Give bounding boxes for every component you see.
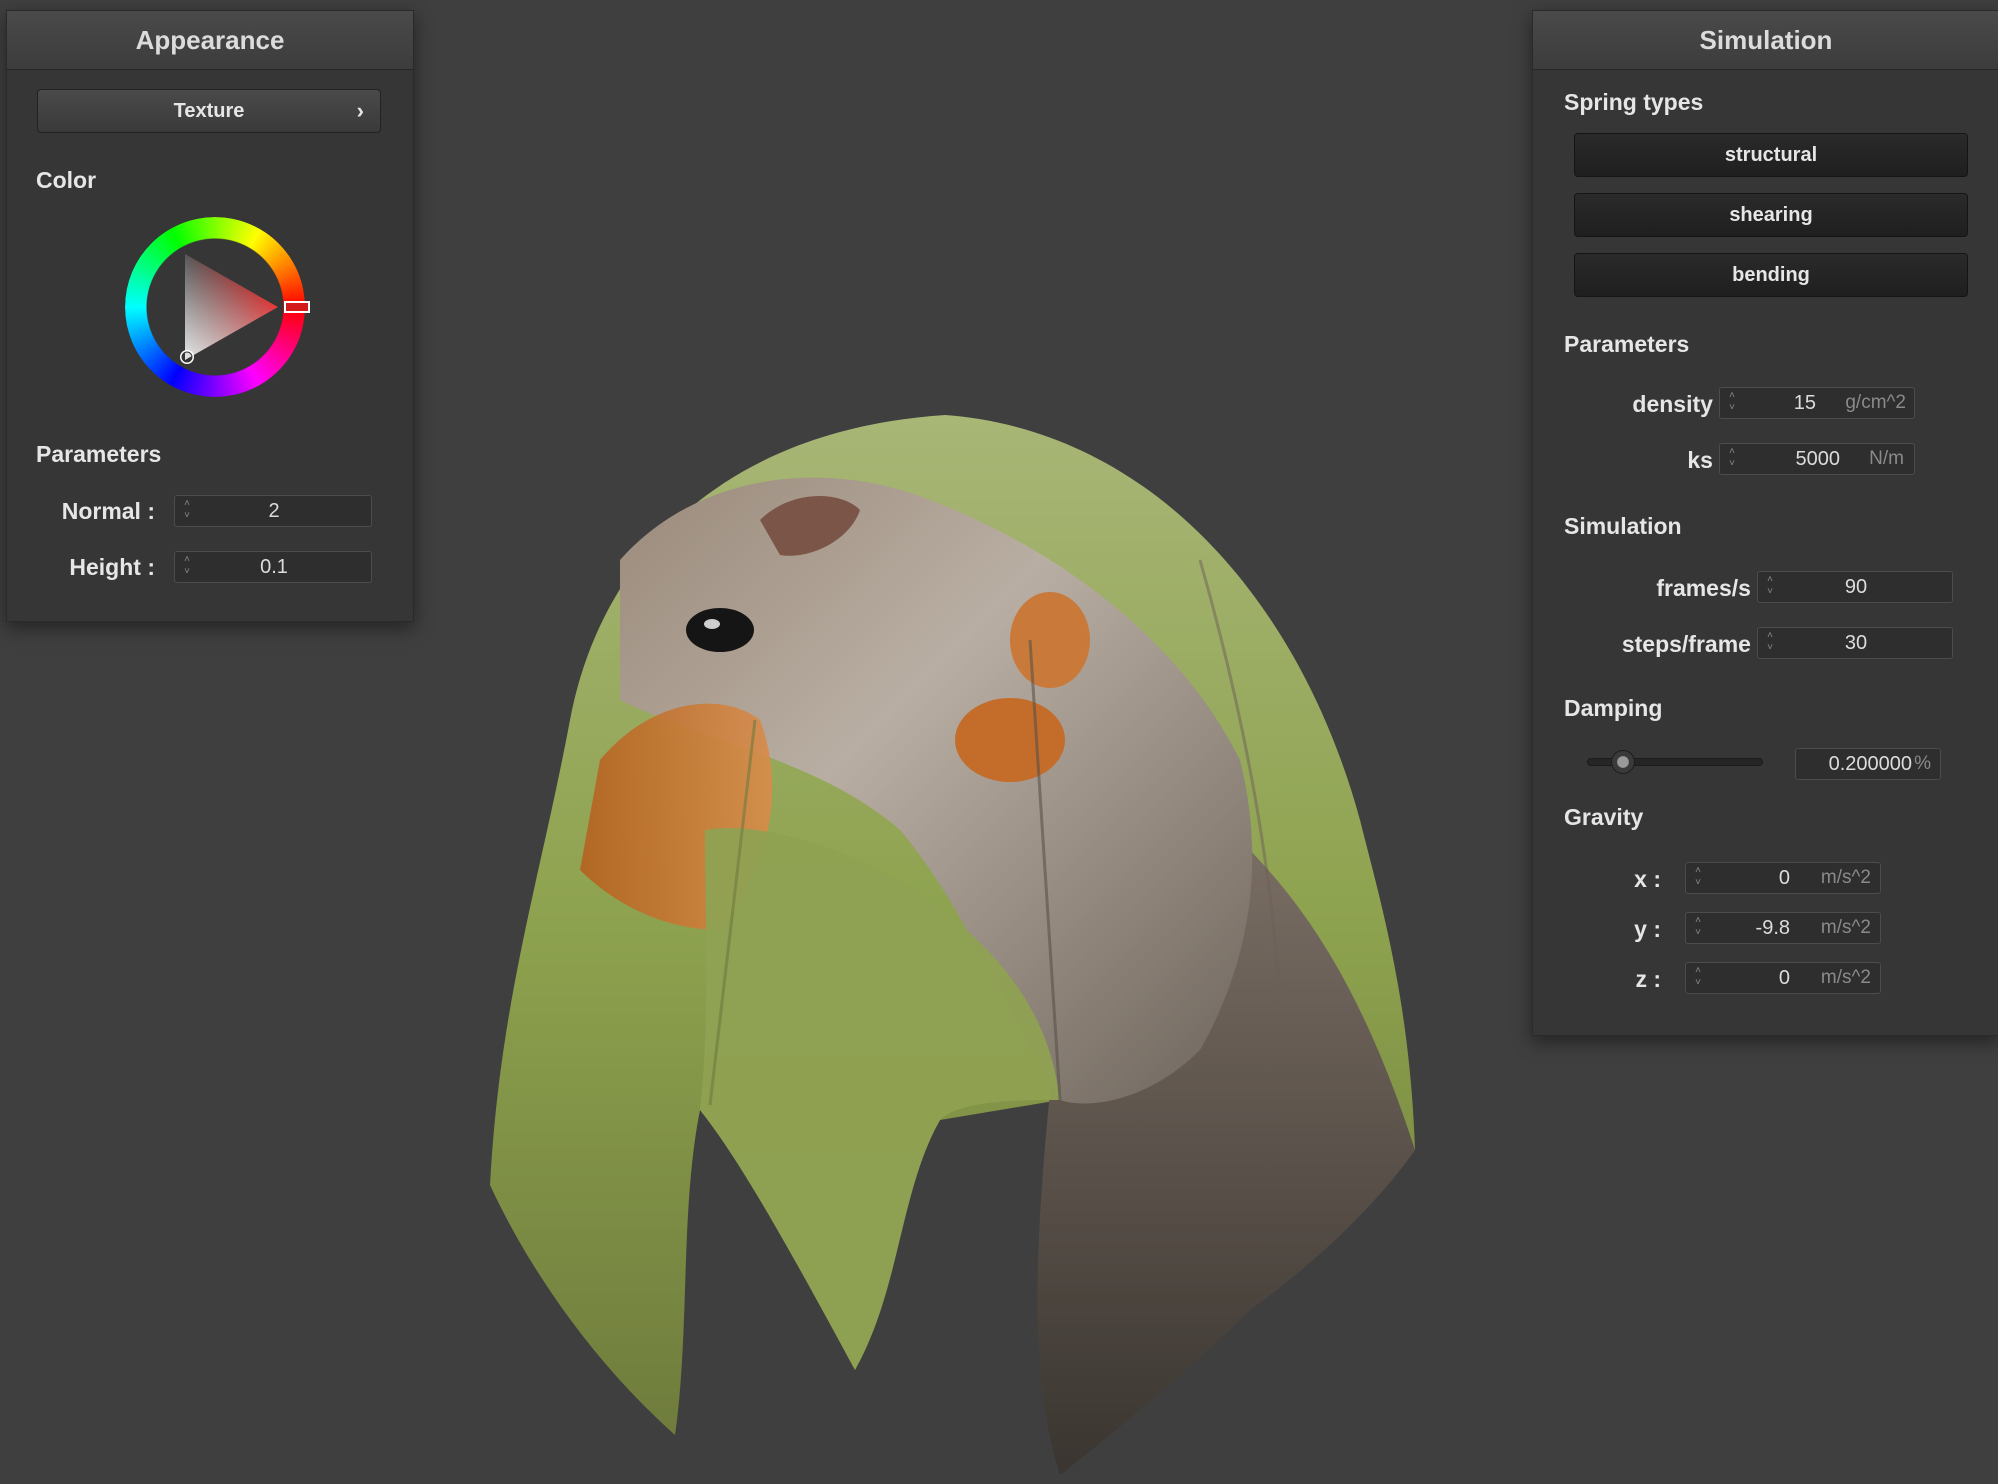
gravity-z-value: 0 — [1778, 967, 1790, 989]
appearance-parameters-label: Parameters — [36, 441, 162, 467]
ks-value: 5000 — [1795, 448, 1841, 470]
fps-label: frames/s : — [1656, 575, 1765, 601]
normal-label: Normal : — [61, 498, 155, 524]
steps-value: 30 — [1844, 632, 1868, 654]
color-wheel[interactable] — [125, 217, 310, 397]
damping-slider-handle[interactable] — [1611, 750, 1635, 774]
gravity-x-label: x : — [1634, 866, 1661, 892]
spring-types-label: Spring types — [1564, 89, 1704, 115]
hue-handle[interactable] — [284, 301, 310, 313]
damping-value: 0.200000 — [1828, 753, 1912, 775]
height-label: Height : — [69, 554, 155, 580]
shearing-button[interactable]: shearing — [1574, 193, 1968, 237]
spin-arrows-icon[interactable]: ˄ ˅ — [1691, 865, 1705, 891]
spin-arrows-icon[interactable]: ˄ ˅ — [1725, 390, 1739, 416]
gravity-y-unit: m/s^2 — [1820, 917, 1871, 938]
simulation-panel: Simulation Spring types structural shear… — [1532, 10, 1998, 1036]
gravity-z-unit: m/s^2 — [1820, 967, 1871, 988]
ks-unit: N/m — [1869, 448, 1904, 469]
density-value: 15 — [1793, 392, 1816, 414]
height-value: 0.1 — [260, 556, 288, 578]
normal-value: 2 — [268, 500, 280, 522]
gravity-z-label: z : — [1635, 966, 1661, 992]
gravity-z-spinbox[interactable]: ˄ ˅ 0 m/s^2 — [1685, 962, 1881, 994]
bending-button[interactable]: bending — [1574, 253, 1968, 297]
damping-label: Damping — [1564, 695, 1663, 721]
chevron-right-icon: › — [356, 98, 364, 123]
steps-spinbox[interactable]: ˄ ˅ 30 — [1757, 627, 1953, 659]
color-label: Color — [36, 167, 97, 193]
steps-label: steps/frame : — [1621, 631, 1765, 657]
spin-arrows-icon[interactable]: ˄ ˅ — [1691, 915, 1705, 941]
simulation-section-label: Simulation — [1564, 513, 1682, 539]
damping-slider[interactable] — [1587, 747, 1763, 777]
gravity-label: Gravity — [1564, 804, 1644, 830]
damping-unit: % — [1914, 753, 1931, 774]
gravity-x-value: 0 — [1778, 867, 1790, 889]
density-label: density : — [1632, 391, 1727, 417]
density-spinbox[interactable]: ˄ ˅ 15 g/cm^2 — [1719, 387, 1915, 419]
texture-button[interactable]: Texture › — [37, 89, 381, 133]
simulation-parameters-label: Parameters — [1564, 331, 1690, 357]
normal-spinbox[interactable]: ˄ ˅ 2 — [174, 495, 372, 527]
fps-spinbox[interactable]: ˄ ˅ 90 — [1757, 571, 1953, 603]
density-unit: g/cm^2 — [1845, 392, 1906, 413]
texture-button-label: Texture — [173, 100, 245, 122]
height-spinbox[interactable]: ˄ ˅ 0.1 — [174, 551, 372, 583]
gravity-x-spinbox[interactable]: ˄ ˅ 0 m/s^2 — [1685, 862, 1881, 894]
simulation-panel-title[interactable]: Simulation — [1533, 11, 1998, 70]
appearance-panel-title[interactable]: Appearance — [7, 11, 413, 70]
spin-arrows-icon[interactable]: ˄ ˅ — [1691, 965, 1705, 991]
gravity-y-label: y : — [1634, 916, 1661, 942]
ks-spinbox[interactable]: ˄ ˅ 5000 N/m — [1719, 443, 1915, 475]
saturation-triangle[interactable] — [125, 217, 305, 397]
fps-value: 90 — [1844, 576, 1868, 598]
damping-input[interactable]: 0.200000 % — [1795, 748, 1941, 780]
appearance-panel: Appearance Texture › Color Parameters No… — [6, 10, 414, 622]
ks-label: ks : — [1687, 447, 1727, 473]
structural-button[interactable]: structural — [1574, 133, 1968, 177]
gravity-y-value: -9.8 — [1755, 917, 1790, 939]
gravity-x-unit: m/s^2 — [1820, 867, 1871, 888]
gravity-y-spinbox[interactable]: ˄ ˅ -9.8 m/s^2 — [1685, 912, 1881, 944]
spin-arrows-icon[interactable]: ˄ ˅ — [1725, 446, 1739, 472]
